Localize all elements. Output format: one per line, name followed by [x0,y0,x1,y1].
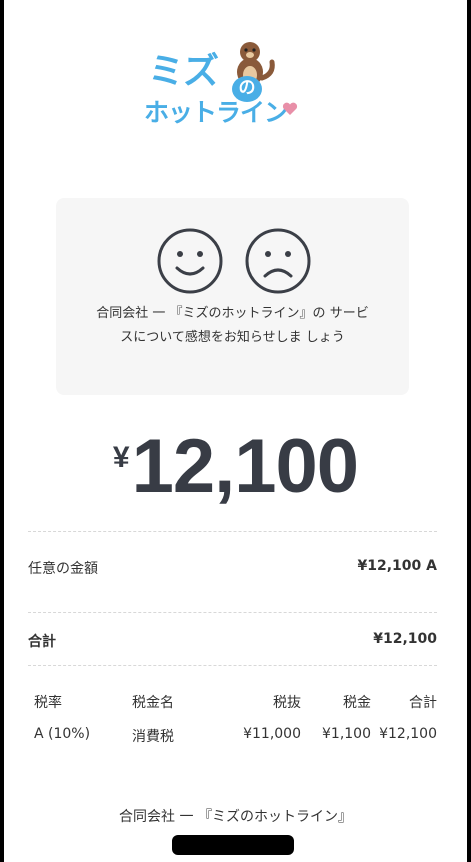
home-indicator[interactable] [172,835,294,855]
merchant-name: 合同会社 一 『ミズのホットライン』 [119,809,352,825]
feedback-card: 合同会社 一 『ミズのホットライン』の サービスについて感想をお知らせしま しょ… [56,198,409,395]
tax-row-tax: ¥1,100 [322,726,371,742]
divider [28,665,437,666]
frown-face-icon[interactable] [245,228,311,294]
tax-header-excl: 税抜 [273,695,301,711]
receipt-page: ミズ の ホットライン 合同会社 一 『ミズのホットライン』の サービスについて… [4,0,467,862]
tax-header-name: 税金名 [132,695,174,711]
logo-text-line1: ミズ [148,51,219,92]
tax-header-rate: 税率 [34,695,62,711]
tax-row-excl: ¥11,000 [243,726,301,742]
heart-icon [282,102,298,115]
summary-label: 合計 [28,634,56,650]
total-amount-display: ¥12,100 [4,425,467,509]
feedback-message: 合同会社 一 『ミズのホットライン』の サービスについて感想をお知らせしま しょ… [96,306,369,345]
smile-face-icon[interactable] [157,228,223,294]
tax-row-total: ¥12,100 [379,726,437,742]
brand-logo: ミズ の ホットライン [144,38,334,138]
line-item-value: ¥12,100 A [357,558,437,574]
total-amount-value: 12,100 [131,424,359,509]
divider [28,612,437,613]
currency-sign: ¥ [112,441,130,474]
tax-row-rate: A (10%) [34,726,91,742]
summary-value: ¥12,100 [373,631,437,647]
tax-header-total: 合計 [409,695,437,711]
tax-header-tax: 税金 [343,695,371,711]
tax-row-name: 消費税 [132,729,174,745]
divider [28,531,437,532]
logo-text-line2: ホットライン [144,98,289,127]
line-item-label: 任意の金額 [28,561,98,577]
